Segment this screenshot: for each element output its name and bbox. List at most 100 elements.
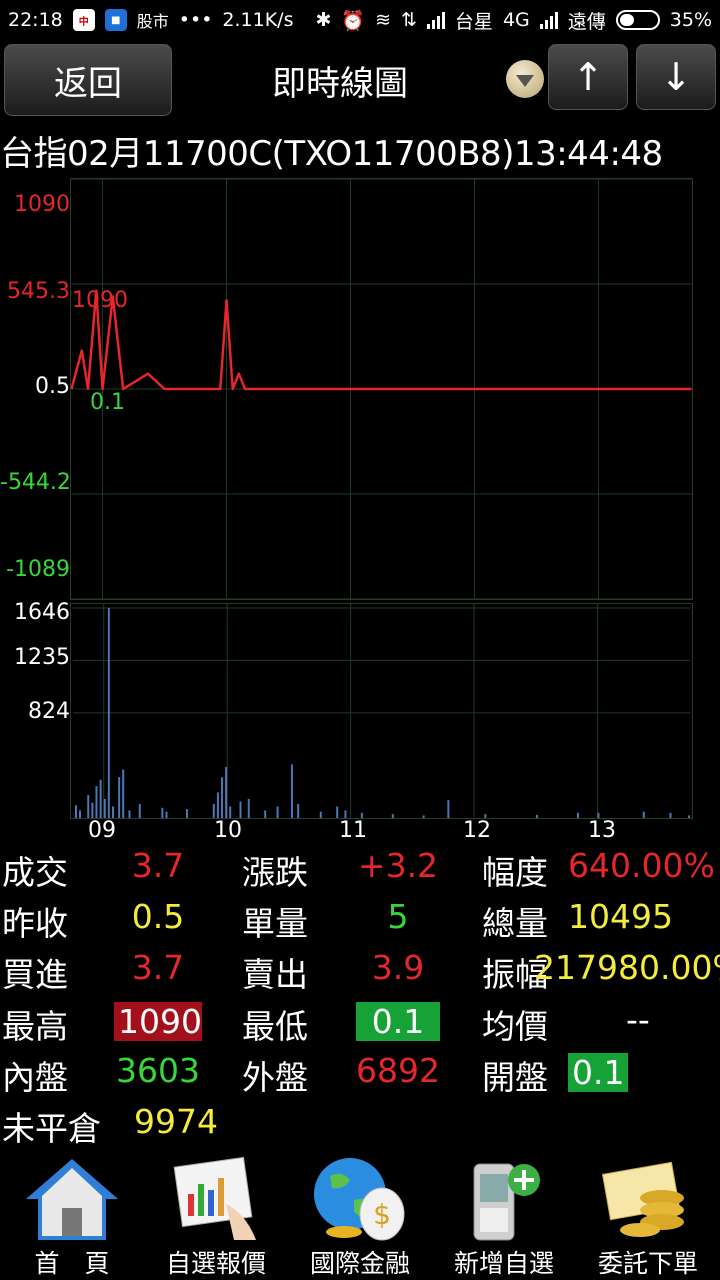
stat-label: 幅度 (482, 853, 548, 892)
volume-bar (165, 811, 168, 818)
time-tick-label: 11 (339, 818, 367, 843)
nav-add-watchlist[interactable]: 新增自選 (432, 1150, 576, 1280)
time-tick-label: 09 (88, 818, 116, 843)
volume-bar (229, 806, 232, 818)
globe-money-icon: $ (314, 1158, 405, 1241)
stat-label: 賣出 (242, 955, 308, 994)
volume-bar (688, 815, 691, 818)
price-tick-label: 545.3 (7, 279, 70, 304)
time-tick-label: 13 (588, 818, 616, 843)
stat-value: 1090 (114, 1002, 202, 1041)
more-notifications-icon: ••• (178, 9, 213, 31)
notes-app-icon: ■ (104, 9, 127, 31)
stat-label: 開盤 (482, 1058, 548, 1097)
volume-bar (669, 812, 672, 818)
carrier-one: 台星 (454, 10, 493, 33)
volume-bar (122, 769, 125, 818)
bottom-nav: 首 頁 自選報價 $ 國際金融 新增自選 委託下單 (0, 1150, 720, 1280)
dropdown-icon[interactable] (506, 60, 544, 98)
nav-label: 首 頁 (34, 1249, 110, 1278)
volume-bar (212, 803, 215, 818)
stat-value: 3.7 (131, 948, 185, 987)
nav-order[interactable]: 委託下單 (576, 1150, 720, 1280)
battery-icon (615, 10, 660, 30)
volume-bar (447, 800, 450, 818)
nav-label: 委託下單 (597, 1249, 698, 1278)
volume-bar (103, 798, 106, 818)
price-tick-label: -544.2 (0, 470, 71, 495)
stat-label: 昨收 (2, 904, 68, 943)
volume-bar (112, 806, 114, 818)
price-chart[interactable] (70, 178, 693, 600)
signal-icon (426, 11, 445, 29)
wifi-icon: ≋ (375, 9, 391, 31)
add-phone-icon (473, 1163, 540, 1241)
stat-value: 3.7 (131, 846, 185, 885)
volume-bar (247, 798, 250, 818)
previous-button[interactable]: ↑ (548, 44, 628, 110)
volume-chart[interactable] (70, 603, 693, 819)
svg-text:$: $ (373, 1198, 391, 1231)
volume-tick-label: 824 (28, 699, 70, 724)
volume-bar (319, 811, 322, 818)
battery-level: 35% (669, 9, 712, 31)
volume-tick-label: 1646 (14, 600, 70, 625)
volume-bar (290, 764, 293, 818)
nav-international[interactable]: $ 國際金融 (288, 1150, 432, 1280)
volume-bar (276, 806, 279, 818)
alarm-icon: ⏰ (341, 9, 366, 32)
nav-home[interactable]: 首 頁 (0, 1150, 144, 1280)
volume-bar (297, 803, 300, 818)
stat-value: +3.2 (357, 846, 439, 885)
back-button[interactable]: 返回 (4, 44, 172, 116)
stat-label: 內盤 (2, 1058, 68, 1097)
stat-value: 0.1 (356, 1002, 440, 1041)
volume-bar (74, 805, 77, 818)
volume-bar (535, 814, 538, 818)
volume-bar (344, 810, 347, 818)
volume-bar (107, 607, 110, 818)
nav-label: 新增自選 (453, 1249, 554, 1278)
news-app-icon: 中 (72, 9, 95, 31)
price-tick-label: -1089 (6, 557, 70, 582)
status-time: 22:18 (8, 9, 63, 31)
stat-value: 217980.00% (534, 948, 720, 987)
stat-value: 3.9 (371, 948, 425, 987)
nav-label: 自選報價 (165, 1249, 266, 1278)
volume-bar (336, 806, 339, 818)
nav-watchlist[interactable]: 自選報價 (144, 1150, 288, 1280)
stat-label: 單量 (242, 904, 308, 943)
network-type: 4G (502, 9, 530, 31)
network-speed: 2.11K/s (222, 9, 294, 31)
next-button[interactable]: ↓ (636, 44, 716, 110)
bluetooth-icon: ✱ (315, 9, 332, 31)
header: 返回 即時線圖 ↑ ↓ (0, 40, 720, 122)
volume-bar (95, 786, 98, 818)
volume-bar (239, 801, 242, 818)
volume-bar (576, 812, 579, 818)
nav-label: 國際金融 (309, 1249, 410, 1278)
volume-bar (225, 766, 228, 818)
stat-label: 均價 (482, 1007, 548, 1046)
volume-bar (642, 811, 645, 818)
volume-bar (422, 815, 425, 818)
price-tick-label: 0.5 (35, 374, 70, 399)
volume-bar (91, 802, 94, 818)
volume-bar (79, 810, 82, 818)
volume-bar (118, 777, 121, 818)
stat-label: 成交 (2, 853, 68, 892)
price-tick-label: 1090 (14, 192, 70, 217)
stat-value: 0.1 (568, 1053, 629, 1092)
stat-value: 10495 (568, 897, 673, 936)
volume-bar (221, 777, 223, 818)
volume-bar (161, 807, 164, 818)
stat-label: 最高 (2, 1007, 68, 1046)
data-arrows-icon: ⇅ (401, 9, 417, 31)
volume-bar (128, 810, 131, 818)
volume-bar (138, 803, 141, 818)
low-annotation: 0.1 (90, 390, 125, 415)
stat-label: 外盤 (242, 1058, 308, 1097)
volume-bar (87, 795, 90, 818)
stat-value: -- (626, 1000, 650, 1039)
stat-value: 9974 (134, 1102, 218, 1141)
